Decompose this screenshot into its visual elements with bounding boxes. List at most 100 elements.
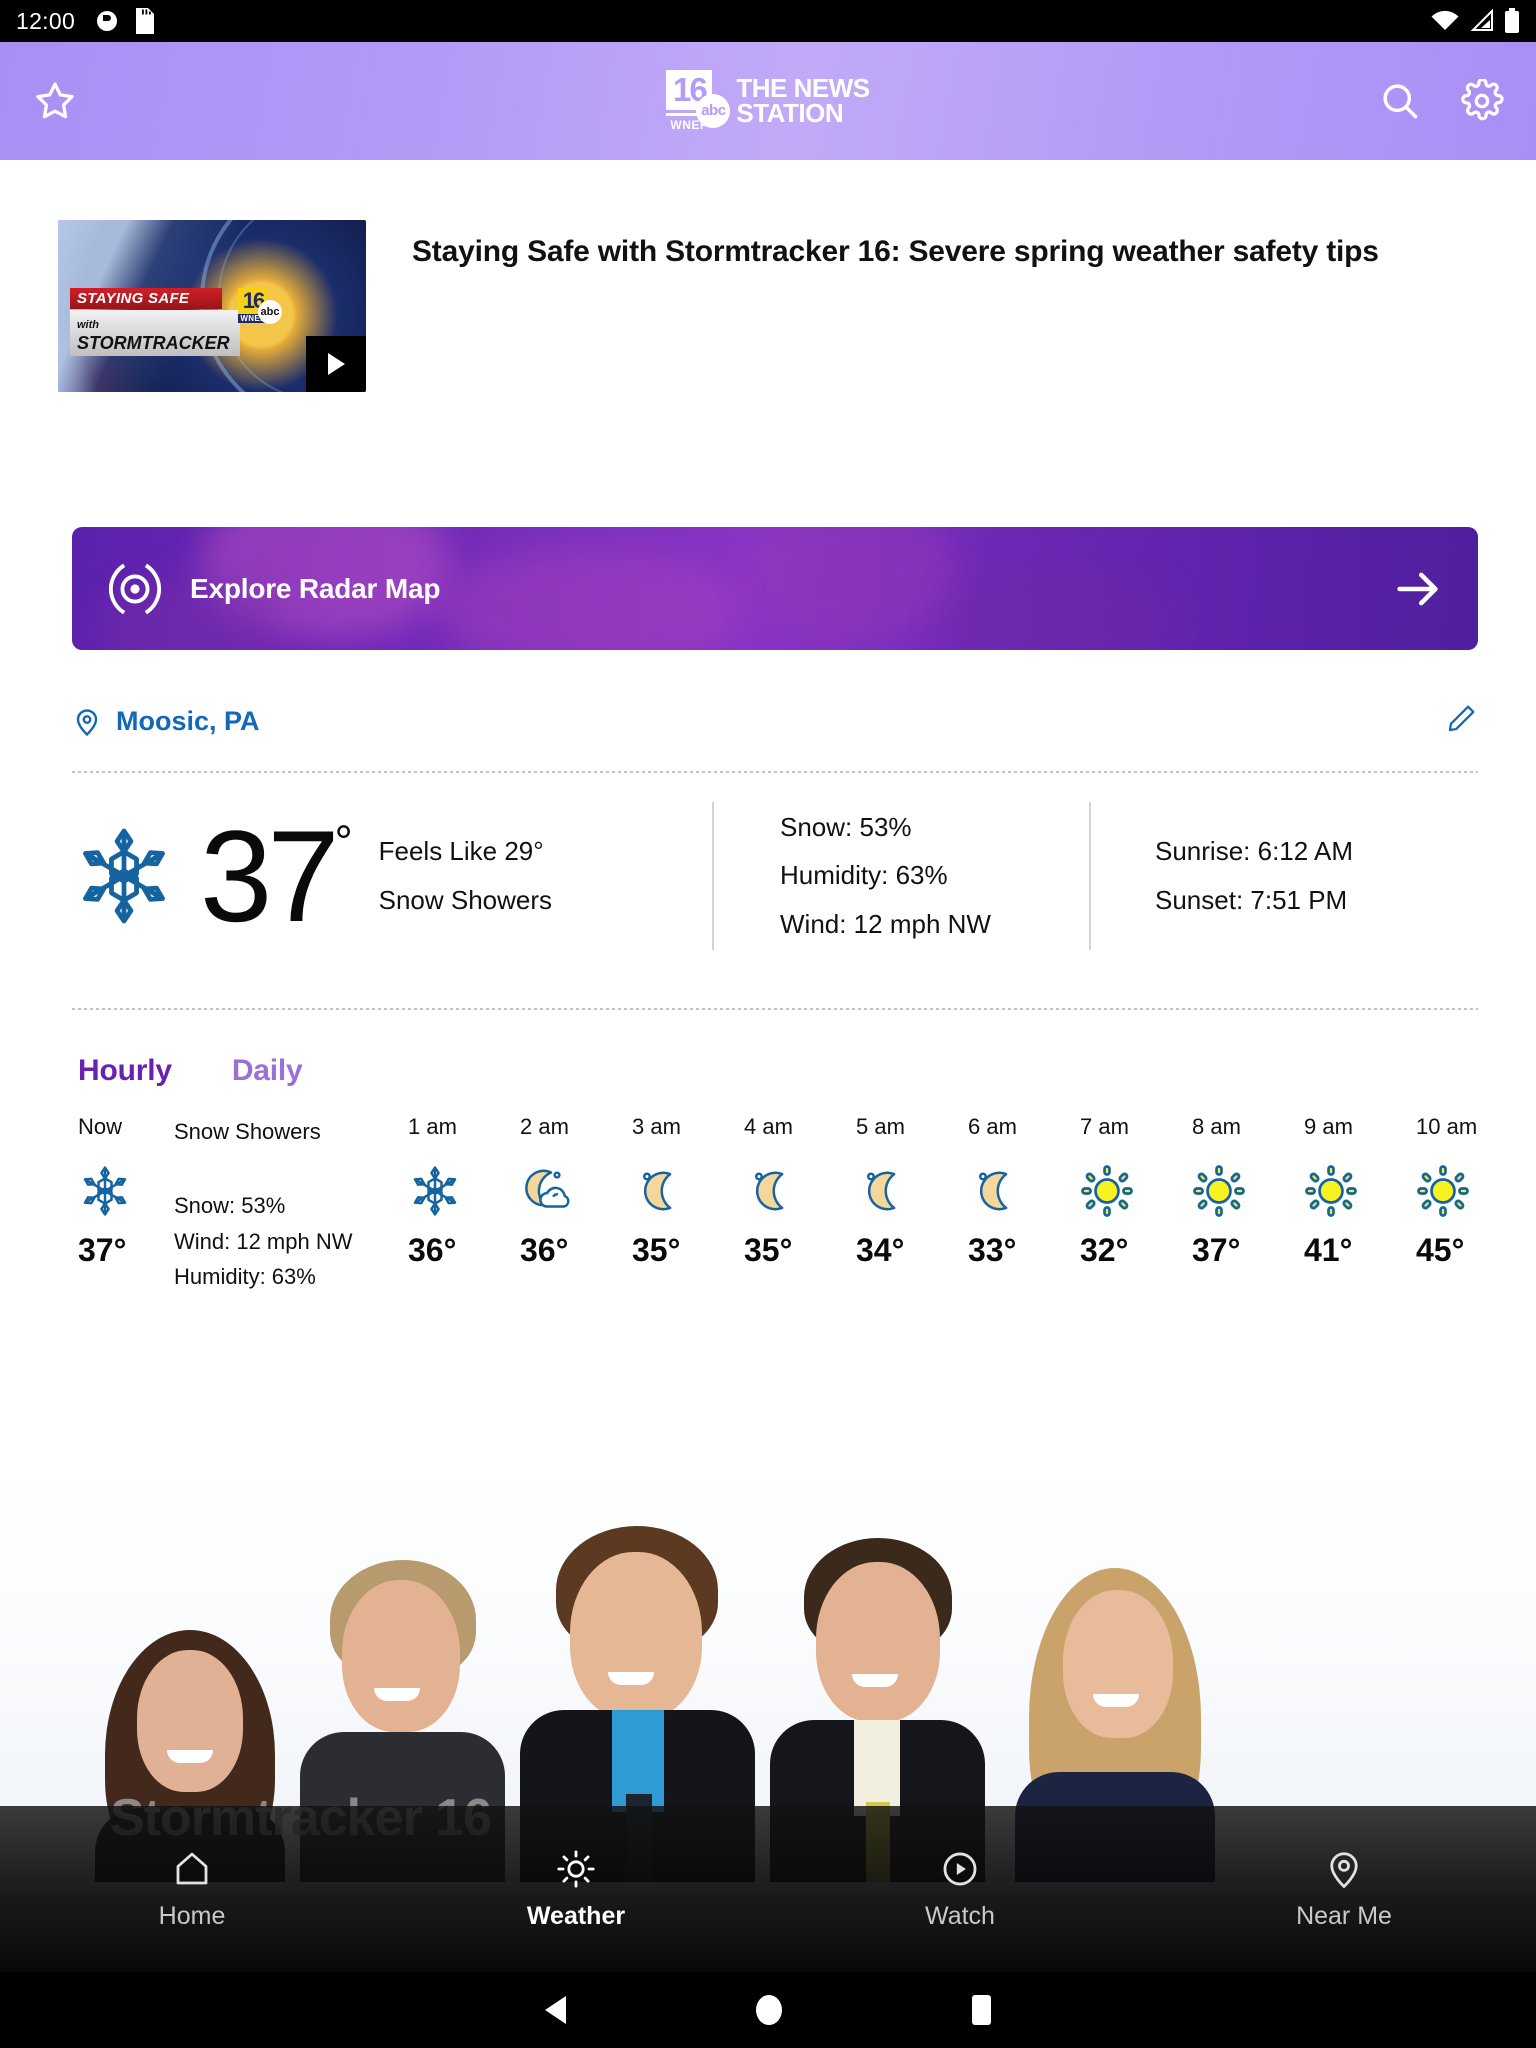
pencil-edit-icon (1448, 705, 1475, 732)
back-icon[interactable] (545, 1996, 566, 2024)
hourly-forecast-strip[interactable]: Now 37° Snow Showers Snow: 53% Wind: 12 … (78, 1114, 1536, 1295)
radar-blob (437, 549, 738, 650)
radar-blob (746, 527, 957, 643)
snowflake-icon (78, 1160, 174, 1222)
hourly-cell-label: 4 am (744, 1114, 793, 1139)
hourly-cell-temp: 34° (856, 1232, 905, 1268)
hourly-cell[interactable]: 4 am 35° (744, 1114, 856, 1269)
wifi-icon (1431, 10, 1459, 30)
sun-icon (1304, 1160, 1416, 1222)
hourly-cell[interactable]: 8 am 37° (1192, 1114, 1304, 1269)
nav-label-home: Home (158, 1901, 226, 1930)
recents-icon[interactable] (972, 1995, 991, 2025)
current-condition: Snow Showers (378, 884, 553, 915)
featured-article[interactable]: STAYING SAFE with STORMTRACKER 16 WNEP a… (0, 160, 1536, 392)
location-pin-icon (76, 708, 98, 736)
sun-icon (557, 1849, 595, 1888)
play-button[interactable] (306, 336, 366, 392)
nav-item-near-me[interactable]: Near Me (1152, 1848, 1536, 1931)
play-circle-icon (943, 1852, 977, 1885)
hourly-cell[interactable]: 5 am 34° (856, 1114, 968, 1269)
hourly-cell[interactable]: 1 am 36° (408, 1114, 520, 1269)
gear-icon[interactable] (1460, 79, 1504, 123)
star-icon[interactable] (32, 78, 78, 124)
hourly-cell-temp: 35° (744, 1232, 793, 1268)
home-circle-icon[interactable] (756, 1995, 782, 2025)
stat-snow: Snow: 53% (780, 812, 912, 843)
thumbnail-banner-line2: with STORMTRACKER (70, 310, 240, 356)
edit-location-button[interactable] (1444, 702, 1478, 741)
home-icon (176, 1852, 208, 1884)
hourly-cell-temp: 33° (968, 1232, 1017, 1268)
thumbnail-banner-prefix: with (77, 319, 99, 331)
location-name[interactable]: Moosic, PA (116, 706, 260, 737)
article-thumbnail[interactable]: STAYING SAFE with STORMTRACKER 16 WNEP a… (58, 220, 366, 392)
app-root: 12:00 16 WNEP abc THE NEWS STATION STAYI… (0, 0, 1536, 2048)
current-conditions: 37° Feels Like 29° Snow Showers Snow: 53… (72, 773, 1478, 978)
logo-network: abc (696, 94, 731, 128)
current-primary: 37° Feels Like 29° Snow Showers (72, 811, 712, 941)
stat-wind: Wind: 12 mph NW (780, 908, 991, 939)
hourly-cell-temp: 45° (1416, 1232, 1465, 1268)
tab-daily[interactable]: Daily (232, 1054, 303, 1088)
hourly-cell-label: 2 am (520, 1114, 569, 1139)
android-status-bar: 12:00 (0, 0, 1536, 42)
hourly-cell-label: 7 am (1080, 1114, 1129, 1139)
hourly-cell[interactable]: 7 am 32° (1080, 1114, 1192, 1269)
logo-wordmark: THE NEWS STATION (736, 75, 870, 126)
nav-item-weather[interactable]: Weather (384, 1848, 768, 1931)
hourly-cell[interactable]: 3 am 35° (632, 1114, 744, 1269)
hourly-now-snow: Snow: 53% (174, 1193, 286, 1218)
divider-bottom (72, 1008, 1478, 1010)
stat-humidity: Humidity: 63% (780, 860, 948, 891)
snowflake-icon (83, 828, 165, 923)
hourly-cell[interactable]: 6 am 33° (968, 1114, 1080, 1269)
bottom-navigation: Home Weather Watch Near Me (0, 1806, 1536, 1972)
status-bar-clock: 12:00 (16, 7, 76, 34)
play-icon (327, 353, 345, 375)
current-temperature: 37° (200, 802, 353, 949)
hourly-cell-temp: 35° (632, 1232, 681, 1268)
radar-blob (943, 563, 1174, 650)
thumbnail-banner-line1: STAYING SAFE (70, 288, 222, 309)
sun-icon (1416, 1160, 1528, 1222)
hourly-cells[interactable]: 1 am 36° 2 am 36° 3 am 35° 4 am 35° 5 am 34°… (408, 1114, 1528, 1269)
tab-hourly[interactable]: Hourly (78, 1054, 172, 1088)
moon-cloud-icon (520, 1160, 632, 1222)
arrow-right-icon[interactable] (1392, 563, 1444, 615)
feels-like: Feels Like 29° (378, 836, 544, 867)
hourly-now-summary: Now 37° (78, 1114, 174, 1295)
hourly-now-humidity: Humidity: 63% (174, 1264, 316, 1290)
nav-label-weather: Weather (526, 1901, 626, 1930)
hourly-cell[interactable]: 10 am 45° (1416, 1114, 1528, 1269)
map-pin-icon (1330, 1851, 1358, 1888)
hourly-now-wind: Wind: 12 mph NW (174, 1228, 353, 1254)
crescent-moon-icon (968, 1160, 1080, 1222)
notification-icon (97, 11, 118, 31)
crescent-moon-icon (744, 1160, 856, 1222)
hourly-cell-label: 10 am (1416, 1114, 1478, 1139)
sd-card-icon (136, 8, 155, 34)
hourly-now-label: Now (78, 1114, 123, 1139)
nav-item-home[interactable]: Home (0, 1848, 384, 1931)
location-row[interactable]: Moosic, PA (72, 702, 1478, 741)
hourly-cell-label: 6 am (968, 1114, 1017, 1139)
snowflake-icon (408, 1160, 520, 1222)
hourly-cell-label: 3 am (632, 1114, 681, 1139)
current-stats: Snow: 53% Humidity: 63% Wind: 12 mph NW (714, 803, 1089, 947)
hourly-cell-temp: 37° (1192, 1232, 1241, 1268)
hourly-cell-temp: 36° (520, 1232, 569, 1268)
crescent-moon-icon (856, 1160, 968, 1222)
search-icon[interactable] (1378, 79, 1422, 123)
article-title[interactable]: Staying Safe with Stormtracker 16: Sever… (412, 220, 1379, 392)
hourly-now-block: Now 37° Snow Showers Snow: 53% Wind: 12 … (78, 1114, 408, 1295)
hourly-cell-label: 9 am (1304, 1114, 1353, 1139)
explore-radar-map-banner[interactable]: Explore Radar Map (72, 527, 1478, 650)
hourly-cell[interactable]: 9 am 41° (1304, 1114, 1416, 1269)
hourly-cell[interactable]: 2 am 36° (520, 1114, 632, 1269)
thumbnail-banner: STAYING SAFE with STORMTRACKER 16 WNEP a… (70, 288, 282, 356)
crescent-moon-icon (632, 1160, 744, 1222)
thumbnail-banner-stormtracker: STORMTRACKER (77, 333, 230, 353)
app-header: 16 WNEP abc THE NEWS STATION (0, 42, 1536, 160)
nav-item-watch[interactable]: Watch (768, 1848, 1152, 1931)
